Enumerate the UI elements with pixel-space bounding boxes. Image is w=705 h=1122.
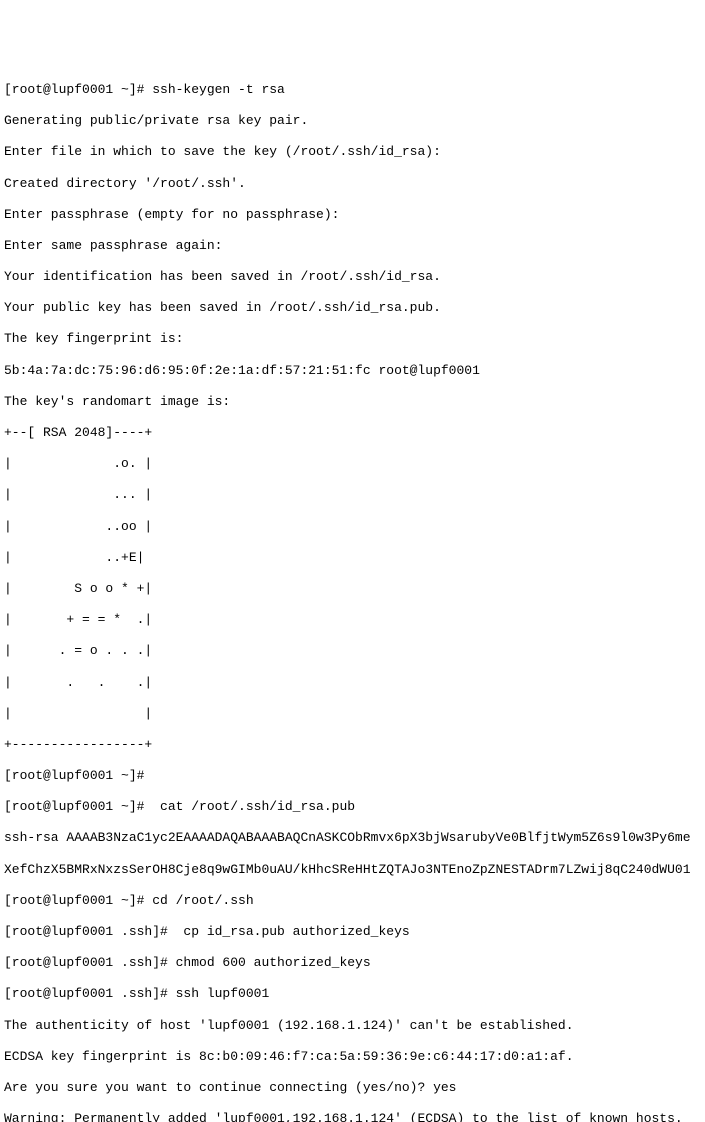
terminal-line: Your public key has been saved in /root/… <box>4 300 705 316</box>
terminal-line: Enter same passphrase again: <box>4 238 705 254</box>
terminal-line: +--[ RSA 2048]----+ <box>4 425 705 441</box>
terminal-line: | .o. | <box>4 456 705 472</box>
terminal-line: Are you sure you want to continue connec… <box>4 1080 705 1096</box>
terminal-line: [root@lupf0001 ~]# cat /root/.ssh/id_rsa… <box>4 799 705 815</box>
terminal-line: +-----------------+ <box>4 737 705 753</box>
terminal-line: [root@lupf0001 ~]# cd /root/.ssh <box>4 893 705 909</box>
terminal-line: | . . .| <box>4 675 705 691</box>
terminal-line: | ..+E| <box>4 550 705 566</box>
terminal-line: [root@lupf0001 ~]# <box>4 768 705 784</box>
terminal-line: | + = = * .| <box>4 612 705 628</box>
terminal-line: Enter passphrase (empty for no passphras… <box>4 207 705 223</box>
terminal-line: Generating public/private rsa key pair. <box>4 113 705 129</box>
terminal-line: The key fingerprint is: <box>4 331 705 347</box>
terminal-line: The key's randomart image is: <box>4 394 705 410</box>
terminal-output: [root@lupf0001 ~]# ssh-keygen -t rsa Gen… <box>4 66 705 1122</box>
terminal-line: | ... | <box>4 487 705 503</box>
terminal-line: Your identification has been saved in /r… <box>4 269 705 285</box>
terminal-line: | . = o . . .| <box>4 643 705 659</box>
terminal-line: ECDSA key fingerprint is 8c:b0:09:46:f7:… <box>4 1049 705 1065</box>
terminal-line: [root@lupf0001 .ssh]# cp id_rsa.pub auth… <box>4 924 705 940</box>
terminal-line: [root@lupf0001 ~]# ssh-keygen -t rsa <box>4 82 705 98</box>
terminal-line: Enter file in which to save the key (/ro… <box>4 144 705 160</box>
terminal-line: [root@lupf0001 .ssh]# ssh lupf0001 <box>4 986 705 1002</box>
terminal-line: 5b:4a:7a:dc:75:96:d6:95:0f:2e:1a:df:57:2… <box>4 363 705 379</box>
terminal-line: [root@lupf0001 .ssh]# chmod 600 authoriz… <box>4 955 705 971</box>
terminal-line: Created directory '/root/.ssh'. <box>4 176 705 192</box>
terminal-line: The authenticity of host 'lupf0001 (192.… <box>4 1018 705 1034</box>
terminal-line: XefChzX5BMRxNxzsSerOH8Cje8q9wGIMb0uAU/kH… <box>4 862 705 878</box>
terminal-line: | | <box>4 706 705 722</box>
terminal-line: Warning: Permanently added 'lupf0001,192… <box>4 1111 705 1122</box>
terminal-line: | S o o * +| <box>4 581 705 597</box>
terminal-line: | ..oo | <box>4 519 705 535</box>
terminal-line: ssh-rsa AAAAB3NzaC1yc2EAAAADAQABAAABAQCn… <box>4 830 705 846</box>
